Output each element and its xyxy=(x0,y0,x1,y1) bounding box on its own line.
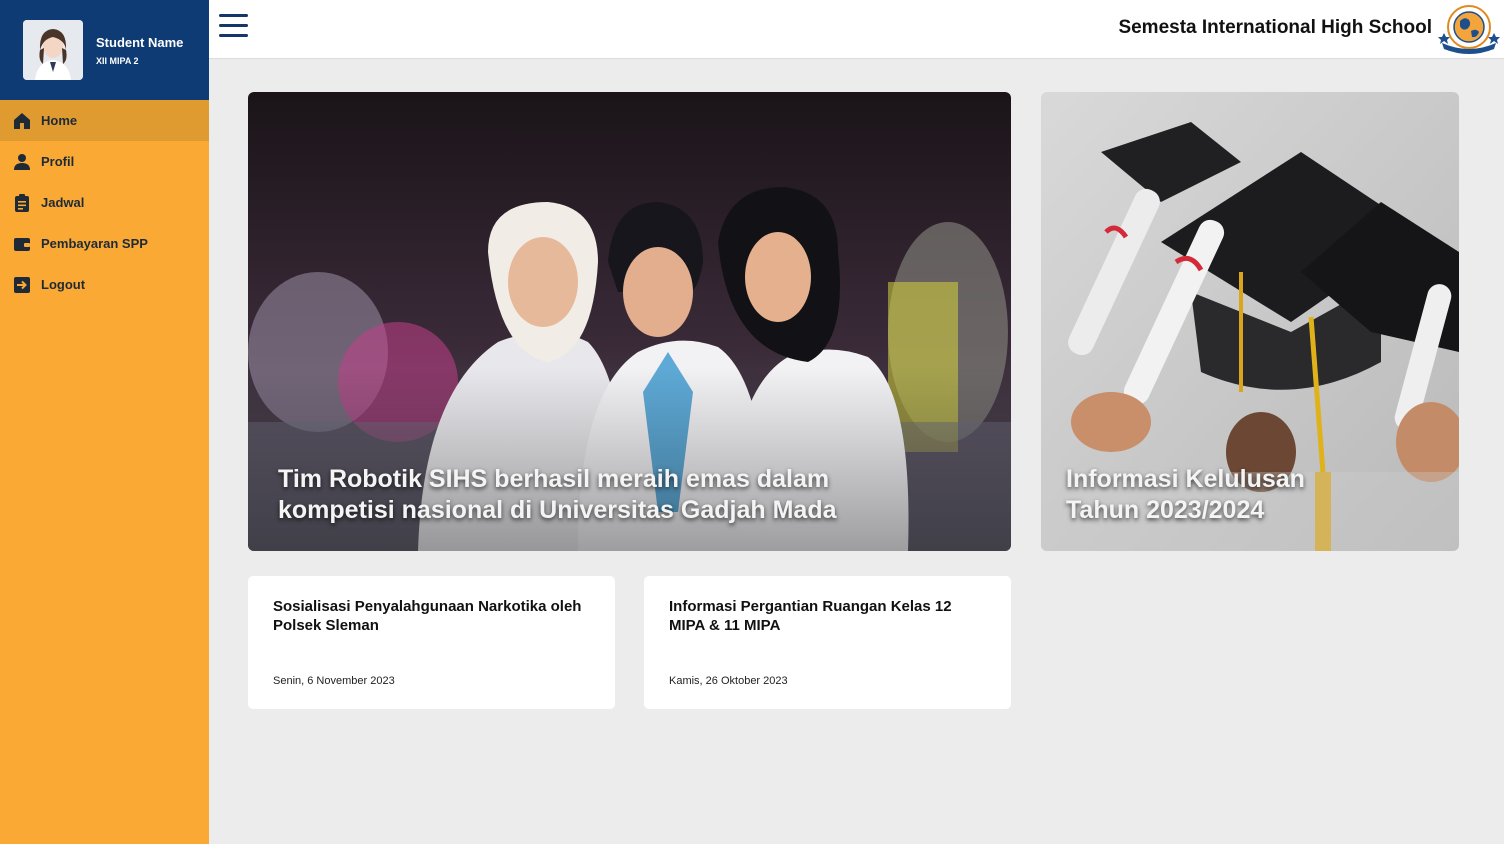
featured-caption: Tim Robotik SIHS berhasil meraih emas da… xyxy=(278,465,837,524)
sidebar-item-jadwal[interactable]: Jadwal xyxy=(0,182,209,223)
sidebar-item-label: Logout xyxy=(41,277,86,292)
avatar[interactable] xyxy=(23,20,83,80)
wallet-icon xyxy=(13,235,31,253)
sidebar-item-home[interactable]: Home xyxy=(0,100,209,141)
featured-graduation-card[interactable]: Informasi Kelulusan Tahun 2023/2024 xyxy=(1041,92,1459,551)
hamburger-menu-icon[interactable] xyxy=(219,14,249,42)
sidebar: Student Name XII MIPA 2 Home Profil Jadw… xyxy=(0,0,209,844)
school-globe-logo xyxy=(1438,3,1500,55)
sidebar-item-label: Profil xyxy=(41,154,75,169)
sidebar-item-label: Jadwal xyxy=(41,195,85,210)
news-title: Sosialisasi Penyalahgunaan Narkotika ole… xyxy=(273,598,582,634)
profile-panel: Student Name XII MIPA 2 xyxy=(0,0,209,100)
sidebar-item-pembayaran-spp[interactable]: Pembayaran SPP xyxy=(0,223,209,264)
news-card[interactable]: Informasi Pergantian Ruangan Kelas 12 MI… xyxy=(644,576,1011,709)
news-date: Kamis, 26 Oktober 2023 xyxy=(669,675,788,687)
news-card[interactable]: Sosialisasi Penyalahgunaan Narkotika ole… xyxy=(248,576,615,709)
news-date: Senin, 6 November 2023 xyxy=(273,675,395,687)
clipboard-icon xyxy=(13,193,31,212)
featured-caption: Informasi Kelulusan Tahun 2023/2024 xyxy=(1066,465,1305,524)
top-bar: Semesta International High School xyxy=(209,0,1504,59)
school-name: Semesta International High School xyxy=(1118,17,1432,38)
student-class: XII MIPA 2 xyxy=(96,55,139,66)
student-name: Student Name xyxy=(96,34,184,50)
news-title: Informasi Pergantian Ruangan Kelas 12 MI… xyxy=(669,598,952,634)
user-icon xyxy=(13,153,31,171)
sidebar-item-label: Pembayaran SPP xyxy=(41,236,148,251)
sidebar-item-logout[interactable]: Logout xyxy=(0,264,209,305)
featured-robotics-card[interactable]: Tim Robotik SIHS berhasil meraih emas da… xyxy=(248,92,1011,551)
sidebar-item-profil[interactable]: Profil xyxy=(0,141,209,182)
sidebar-nav: Home Profil Jadwal Pembayaran SPP Logout xyxy=(0,100,209,305)
logout-icon xyxy=(13,276,31,294)
sidebar-item-label: Home xyxy=(41,113,78,128)
home-icon xyxy=(13,112,31,130)
